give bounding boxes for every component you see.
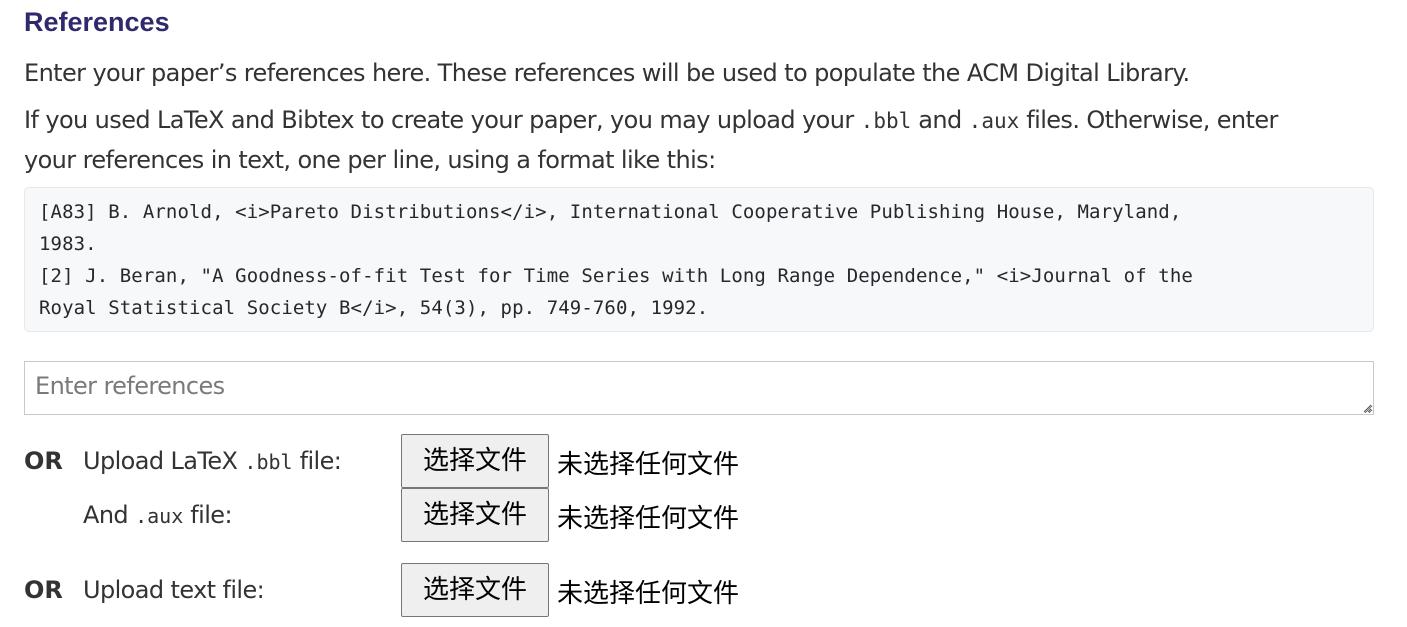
aux-label-prefix: And [83, 501, 136, 529]
example-line: [2] J. Beran, "A Goodness-of-fit Test fo… [39, 265, 1193, 287]
reference-format-example: [A83] B. Arnold, <i>Pareto Distributions… [24, 187, 1374, 332]
bbl-label-code: .bbl [244, 450, 293, 474]
or-label: OR [24, 576, 63, 604]
intro-text: Enter your paper’s references here. Thes… [24, 59, 1190, 87]
aux-upload-label: And .aux file: [83, 501, 233, 529]
references-textarea[interactable] [24, 361, 1374, 415]
references-textarea-wrap [24, 361, 1374, 415]
example-line: [A83] B. Arnold, <i>Pareto Distributions… [39, 201, 1182, 223]
text-upload-label: Upload text file: [83, 576, 265, 604]
example-line: Royal Statistical Society B</i>, 54(3), … [39, 297, 709, 319]
text-file-status: 未选择任何文件 [557, 579, 740, 609]
latex-text-c: files. Otherwise, enter [1019, 106, 1278, 134]
bbl-label-suffix: file: [292, 447, 342, 475]
bbl-choose-file-button[interactable]: 选择文件 [401, 434, 549, 488]
text-choose-file-button[interactable]: 选择文件 [401, 563, 549, 617]
bbl-code: .bbl [860, 109, 912, 133]
aux-code: .aux [968, 109, 1020, 133]
aux-file-status: 未选择任何文件 [557, 504, 740, 534]
or-label: OR [24, 447, 63, 475]
latex-instructions: If you used LaTeX and Bibtex to create y… [24, 100, 1278, 141]
bbl-upload-label: Upload LaTeX .bbl file: [83, 447, 342, 475]
example-line: 1983. [39, 233, 97, 255]
aux-label-code: .aux [135, 504, 184, 528]
latex-text-a: If you used LaTeX and Bibtex to create y… [24, 106, 861, 134]
bbl-file-status: 未选择任何文件 [557, 450, 740, 480]
aux-label-suffix: file: [183, 501, 232, 529]
section-title: References [24, 7, 170, 37]
aux-choose-file-button[interactable]: 选择文件 [401, 488, 549, 542]
latex-text-b: and [911, 106, 969, 134]
bbl-label-prefix: Upload LaTeX [83, 447, 245, 475]
latex-instructions-line2: your references in text, one per line, u… [24, 146, 716, 174]
